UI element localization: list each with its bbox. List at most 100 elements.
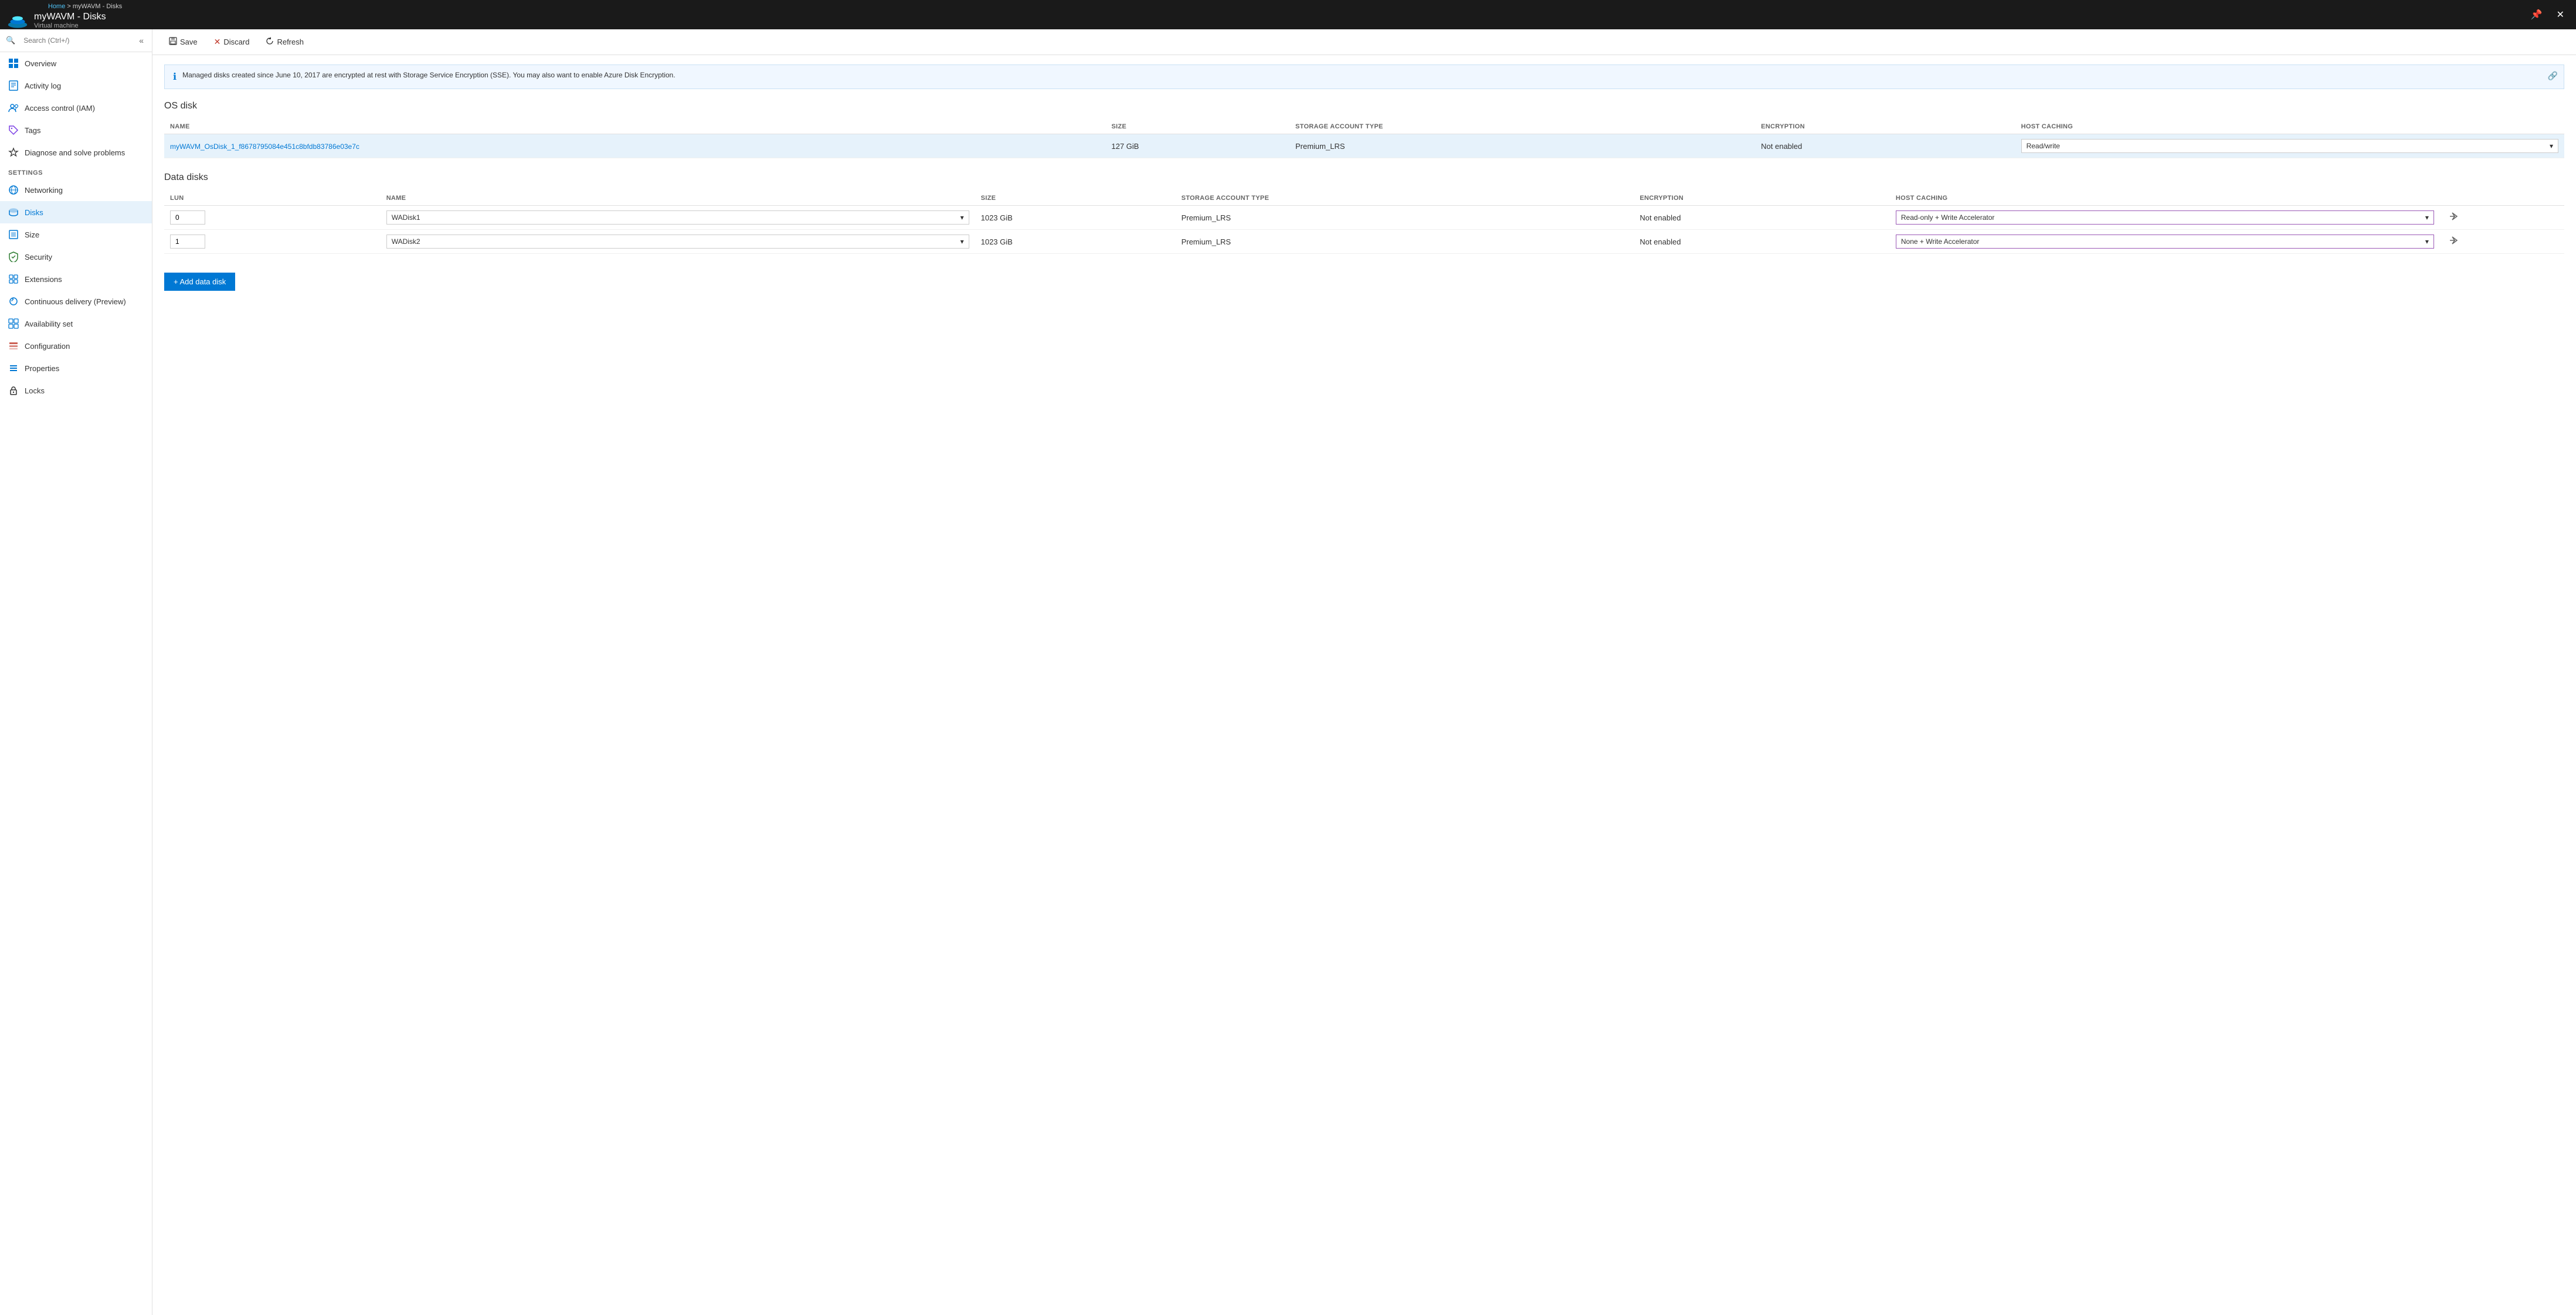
data-disk-name-select-1[interactable]: WADisk2 ▾ — [386, 235, 969, 249]
tags-icon — [8, 125, 19, 135]
data-disk-storage-type-cell-1: Premium_LRS — [1176, 230, 1634, 254]
search-icon: 🔍 — [6, 36, 15, 45]
data-disk-col-storage-type: STORAGE ACCOUNT TYPE — [1176, 191, 1634, 206]
search-input[interactable] — [19, 34, 133, 47]
os-disk-header-row: NAME SIZE STORAGE ACCOUNT TYPE ENCRYPTIO… — [164, 120, 2564, 134]
write-accelerator-icon-0[interactable] — [2446, 214, 2461, 224]
os-disk-title: OS disk — [164, 101, 2564, 111]
sidebar-item-activity-log-label: Activity log — [25, 81, 61, 90]
data-disk-name-chevron-1: ▾ — [961, 237, 964, 246]
sidebar-item-locks[interactable]: Locks — [0, 379, 152, 402]
settings-section-label: SETTINGS — [0, 164, 152, 179]
sidebar-item-access-control-label: Access control (IAM) — [25, 104, 95, 113]
extensions-icon — [8, 274, 19, 284]
info-banner-text: Managed disks created since June 10, 201… — [182, 71, 675, 79]
breadcrumb-separator: > — [67, 3, 72, 10]
sidebar-item-tags[interactable]: Tags — [0, 119, 152, 141]
continuous-delivery-icon — [8, 296, 19, 307]
sidebar-item-activity-log[interactable]: Activity log — [0, 74, 152, 97]
os-disk-name-link[interactable]: myWAVM_OsDisk_1_f8678795084e451c8bfdb837… — [170, 142, 359, 151]
sidebar-item-overview[interactable]: Overview — [0, 52, 152, 74]
sidebar-item-diagnose-label: Diagnose and solve problems — [25, 148, 125, 157]
sidebar-collapse-button[interactable]: « — [137, 35, 146, 46]
diagnose-icon — [8, 147, 19, 158]
data-disk-name-value-0: WADisk1 — [392, 213, 420, 222]
page-title: myWAVM - Disks — [34, 12, 2526, 22]
refresh-label: Refresh — [277, 38, 304, 46]
os-disk-row: myWAVM_OsDisk_1_f8678795084e451c8bfdb837… — [164, 134, 2564, 158]
data-disk-row: WADisk1 ▾ 1023 GiB Premium_LRS Not enabl… — [164, 206, 2564, 230]
top-bar: Home > myWAVM - Disks myWAVM - Disks Vir… — [0, 0, 2576, 29]
data-disk-lun-input-1[interactable] — [170, 235, 205, 249]
networking-icon — [8, 185, 19, 195]
refresh-button[interactable]: Refresh — [259, 35, 311, 49]
sidebar-item-properties[interactable]: Properties — [0, 357, 152, 379]
os-disk-col-name: NAME — [164, 120, 1105, 134]
access-control-icon — [8, 103, 19, 113]
sidebar-item-extensions[interactable]: Extensions — [0, 268, 152, 290]
availability-set-icon — [8, 318, 19, 329]
sidebar-item-configuration[interactable]: Configuration — [0, 335, 152, 357]
overview-icon — [8, 58, 19, 69]
os-disk-section: OS disk NAME SIZE STORAGE ACCOUNT TYPE E… — [164, 101, 2564, 158]
sidebar-item-networking[interactable]: Networking — [0, 179, 152, 201]
sidebar-item-locks-label: Locks — [25, 386, 45, 395]
disks-icon — [8, 207, 19, 218]
save-icon — [169, 37, 177, 47]
pin-button[interactable]: 📌 — [2526, 6, 2547, 23]
os-disk-host-caching-chevron: ▾ — [2550, 142, 2553, 150]
sidebar-search-container: 🔍 « — [0, 29, 152, 52]
data-disk-host-caching-select-1[interactable]: None + Write Accelerator ▾ — [1896, 235, 2434, 249]
security-icon — [8, 252, 19, 262]
breadcrumb: Home > myWAVM - Disks — [48, 3, 122, 10]
sidebar-item-size[interactable]: Size — [0, 223, 152, 246]
data-disk-lun-cell-1 — [164, 230, 381, 254]
os-disk-col-host-caching: HOST CACHING — [2015, 120, 2564, 134]
data-disk-write-accel-cell-1 — [2440, 230, 2564, 254]
data-disk-storage-type-cell-0: Premium_LRS — [1176, 206, 1634, 230]
breadcrumb-home[interactable]: Home — [48, 3, 65, 10]
external-link-icon[interactable]: 🔗 — [2548, 71, 2558, 81]
os-disk-storage-type-cell: Premium_LRS — [1289, 134, 1755, 158]
data-disk-write-accel-cell-0 — [2440, 206, 2564, 230]
close-button[interactable]: ✕ — [2552, 6, 2569, 23]
main-content: Save ✕ Discard Refresh ℹ Managed disks c… — [152, 29, 2576, 1315]
sidebar-item-continuous-delivery-label: Continuous delivery (Preview) — [25, 297, 126, 306]
app-container: 🔍 « Overview Activity log — [0, 29, 2576, 1315]
data-disk-lun-cell-0 — [164, 206, 381, 230]
sidebar-item-diagnose[interactable]: Diagnose and solve problems — [0, 141, 152, 164]
os-disk-host-caching-cell: Read/write ▾ — [2015, 134, 2564, 158]
sidebar-item-extensions-label: Extensions — [25, 275, 62, 284]
save-button[interactable]: Save — [162, 35, 205, 49]
sidebar-item-disks-label: Disks — [25, 208, 43, 217]
data-disk-size-cell-0: 1023 GiB — [975, 206, 1176, 230]
data-disk-host-caching-cell-1: None + Write Accelerator ▾ — [1890, 230, 2440, 254]
os-disk-col-storage-type: STORAGE ACCOUNT TYPE — [1289, 120, 1755, 134]
data-disk-name-select-0[interactable]: WADisk1 ▾ — [386, 210, 969, 225]
sidebar-item-continuous-delivery[interactable]: Continuous delivery (Preview) — [0, 290, 152, 312]
data-disk-col-name: NAME — [381, 191, 975, 206]
sidebar-item-networking-label: Networking — [25, 186, 63, 195]
os-disk-name-cell: myWAVM_OsDisk_1_f8678795084e451c8bfdb837… — [164, 134, 1105, 158]
sidebar: 🔍 « Overview Activity log — [0, 29, 152, 1315]
configuration-icon — [8, 341, 19, 351]
data-disk-size-cell-1: 1023 GiB — [975, 230, 1176, 254]
save-label: Save — [180, 38, 198, 46]
sidebar-item-availability-set[interactable]: Availability set — [0, 312, 152, 335]
data-disk-lun-input-0[interactable] — [170, 210, 205, 225]
data-disks-section: Data disks LUN NAME SIZE STORAGE ACCOUNT… — [164, 172, 2564, 291]
sidebar-item-disks[interactable]: Disks — [0, 201, 152, 223]
sidebar-item-tags-label: Tags — [25, 126, 40, 135]
discard-icon: ✕ — [214, 37, 221, 47]
data-disk-col-encryption: ENCRYPTION — [1634, 191, 1890, 206]
os-disk-host-caching-select[interactable]: Read/write ▾ — [2021, 139, 2558, 153]
data-disk-host-caching-select-0[interactable]: Read-only + Write Accelerator ▾ — [1896, 210, 2434, 225]
discard-button[interactable]: ✕ Discard — [207, 35, 257, 49]
refresh-icon — [266, 37, 274, 47]
add-data-disk-button[interactable]: + Add data disk — [164, 273, 235, 291]
toolbar: Save ✕ Discard Refresh — [152, 29, 2576, 55]
sidebar-item-security[interactable]: Security — [0, 246, 152, 268]
azure-logo — [7, 10, 28, 31]
write-accelerator-icon-1[interactable] — [2446, 238, 2461, 248]
sidebar-item-access-control[interactable]: Access control (IAM) — [0, 97, 152, 119]
